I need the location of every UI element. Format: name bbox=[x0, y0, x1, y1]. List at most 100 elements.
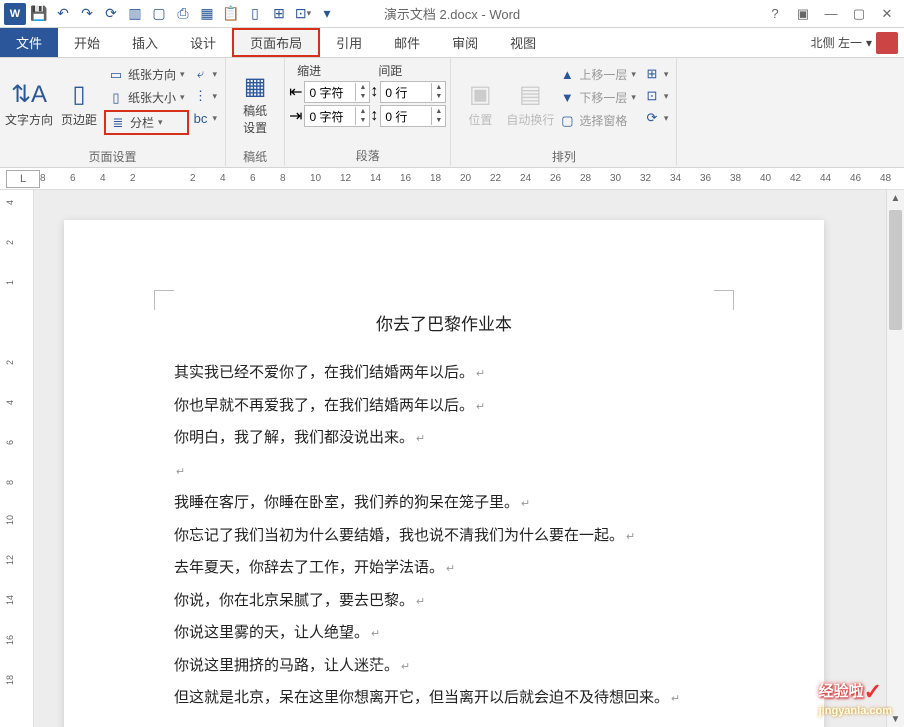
undo-icon[interactable]: ↶ bbox=[52, 3, 74, 25]
text-direction-button[interactable]: ⇅A 文字方向 bbox=[4, 60, 54, 146]
indent-left-input[interactable]: ▲▼ bbox=[304, 81, 370, 103]
tab-file[interactable]: 文件 bbox=[0, 28, 58, 57]
spin-down[interactable]: ▼ bbox=[356, 92, 369, 101]
title-bar: W 💾 ↶ ↷ ⟳ ▥ ▢ ⎙ ▦ 📋 ▯ ⊞ ⊡ ▾ 演示文档 2.docx … bbox=[0, 0, 904, 28]
document-title[interactable]: 你去了巴黎作业本 bbox=[174, 310, 714, 335]
table-icon[interactable]: ▦ bbox=[196, 3, 218, 25]
paragraph[interactable]: 你也早就不再爱我了，在我们结婚两年以后。↵ bbox=[174, 392, 714, 421]
page[interactable]: 你去了巴黎作业本 其实我已经不爱你了，在我们结婚两年以后。↵ 你也早就不再爱我了，… bbox=[64, 220, 824, 727]
paragraph[interactable]: 你忘记了我们当初为什么要结婚，我也说不清我们为什么要在一起。↵ bbox=[174, 522, 714, 551]
tab-selector[interactable]: L bbox=[6, 170, 40, 188]
size-button[interactable]: ▯纸张大小 bbox=[104, 87, 189, 108]
columns-button[interactable]: ≣分栏 bbox=[104, 110, 189, 135]
align-icon: ⊞ bbox=[644, 66, 660, 82]
label: 自动换行 bbox=[506, 111, 554, 128]
ruler-tick: 40 bbox=[760, 173, 771, 184]
tab-layout[interactable]: 页面布局 bbox=[232, 28, 320, 57]
tab-home[interactable]: 开始 bbox=[58, 28, 116, 57]
ruler-tick: 4 bbox=[5, 400, 15, 405]
paragraph[interactable]: 你说这里拥挤的马路，让人迷茫。↵ bbox=[174, 652, 714, 681]
spin-down[interactable]: ▼ bbox=[356, 116, 369, 125]
paragraph[interactable]: ↵ bbox=[174, 717, 714, 727]
maximize-icon[interactable]: ▢ bbox=[846, 3, 872, 25]
minimize-icon[interactable]: — bbox=[818, 3, 844, 25]
scroll-thumb[interactable] bbox=[889, 210, 902, 330]
margins-button[interactable]: ▯ 页边距 bbox=[54, 60, 104, 146]
spin-down[interactable]: ▼ bbox=[432, 116, 445, 125]
user-dropdown-icon[interactable]: ▾ bbox=[866, 36, 872, 50]
spin-up[interactable]: ▲ bbox=[356, 107, 369, 116]
page-icon[interactable]: ▯ bbox=[244, 3, 266, 25]
position-button[interactable]: ▣ 位置 bbox=[455, 60, 505, 146]
more-icon[interactable]: ⊡ bbox=[292, 3, 314, 25]
open-icon[interactable]: ▥ bbox=[124, 3, 146, 25]
align-button[interactable]: ⊞ bbox=[640, 64, 673, 84]
group-button[interactable]: ⊡ bbox=[640, 86, 673, 106]
ruler-tick: 6 bbox=[250, 173, 256, 184]
tab-references[interactable]: 引用 bbox=[320, 28, 378, 57]
group-arrange: ▣ 位置 ▤ 自动换行 ▲上移一层 ▼下移一层 ▢选择窗格 ⊞ ⊡ ⟳ 排列 bbox=[451, 58, 677, 166]
spin-up[interactable]: ▲ bbox=[356, 83, 369, 92]
selection-pane-icon: ▢ bbox=[559, 113, 575, 129]
document-body[interactable]: 其实我已经不爱你了，在我们结婚两年以后。↵ 你也早就不再爱我了，在我们结婚两年以后… bbox=[174, 359, 714, 727]
group-label: 稿纸 bbox=[230, 146, 280, 167]
paragraph[interactable]: 你说这里雾的天，让人绝望。↵ bbox=[174, 619, 714, 648]
send-backward-button[interactable]: ▼下移一层 bbox=[555, 87, 640, 108]
paste-icon[interactable]: 📋 bbox=[220, 3, 242, 25]
user-avatar[interactable] bbox=[876, 32, 898, 54]
paragraph[interactable]: 你说，你在北京呆腻了，要去巴黎。↵ bbox=[174, 587, 714, 616]
bring-forward-button[interactable]: ▲上移一层 bbox=[555, 64, 640, 85]
tab-mailings[interactable]: 邮件 bbox=[378, 28, 436, 57]
group-page-setup: ⇅A 文字方向 ▯ 页边距 ▭纸张方向 ▯纸张大小 ≣分栏 ⤶ ⋮ bc 页面设… bbox=[0, 58, 226, 166]
rotate-button[interactable]: ⟳ bbox=[640, 108, 673, 128]
vertical-scrollbar[interactable]: ▲ ▼ bbox=[886, 190, 904, 727]
save-icon[interactable]: 💾 bbox=[28, 3, 50, 25]
ruler-tick: 2 bbox=[190, 173, 196, 184]
tab-insert[interactable]: 插入 bbox=[116, 28, 174, 57]
line-numbers-button[interactable]: ⋮ bbox=[189, 86, 222, 106]
horizontal-ruler[interactable]: L 86422468101214161820222426283032343638… bbox=[0, 168, 904, 190]
word-app-icon[interactable]: W bbox=[4, 3, 26, 25]
tab-review[interactable]: 审阅 bbox=[436, 28, 494, 57]
tab-design[interactable]: 设计 bbox=[174, 28, 232, 57]
size-icon: ▯ bbox=[108, 90, 124, 106]
breaks-icon: ⤶ bbox=[193, 66, 209, 82]
wrap-text-button[interactable]: ▤ 自动换行 bbox=[505, 60, 555, 146]
redo-icon[interactable]: ↷ bbox=[76, 3, 98, 25]
tab-view[interactable]: 视图 bbox=[494, 28, 552, 57]
orientation-button[interactable]: ▭纸张方向 bbox=[104, 64, 189, 85]
ruler-tick: 4 bbox=[100, 173, 106, 184]
hyphenation-button[interactable]: bc bbox=[189, 108, 222, 128]
user-area[interactable]: 北侧 左一 ▾ bbox=[811, 28, 904, 57]
label: 文字方向 bbox=[5, 111, 53, 128]
manuscript-button[interactable]: ▦ 稿纸 设置 bbox=[230, 60, 280, 146]
spin-up[interactable]: ▲ bbox=[432, 83, 445, 92]
document-area: 42124681012141618 你去了巴黎作业本 其实我已经不爱你了，在我们… bbox=[0, 190, 904, 727]
refresh-icon[interactable]: ⟳ bbox=[100, 3, 122, 25]
customize-qat-icon[interactable]: ▾ bbox=[316, 3, 338, 25]
paragraph[interactable]: 我睡在客厅，你睡在卧室，我们养的狗呆在笼子里。↵ bbox=[174, 489, 714, 518]
paragraph[interactable]: ↵ bbox=[174, 457, 714, 486]
space-after-input[interactable]: ▲▼ bbox=[380, 105, 446, 127]
ruler-tick: 16 bbox=[400, 173, 411, 184]
zoom-icon[interactable]: ⊞ bbox=[268, 3, 290, 25]
indent-right-input[interactable]: ▲▼ bbox=[304, 105, 370, 127]
paragraph[interactable]: 但这就是北京，呆在这里你想离开它，但当离开以后就会迫不及待想回来。↵ bbox=[174, 684, 714, 713]
vertical-ruler[interactable]: 42124681012141618 bbox=[0, 190, 34, 727]
ribbon-options-icon[interactable]: ▣ bbox=[790, 3, 816, 25]
paragraph[interactable]: 去年夏天，你辞去了工作，开始学法语。↵ bbox=[174, 554, 714, 583]
spin-up[interactable]: ▲ bbox=[432, 107, 445, 116]
new-icon[interactable]: ▢ bbox=[148, 3, 170, 25]
print-icon[interactable]: ⎙ bbox=[172, 3, 194, 25]
space-before-input[interactable]: ▲▼ bbox=[380, 81, 446, 103]
page-viewport[interactable]: 你去了巴黎作业本 其实我已经不爱你了，在我们结婚两年以后。↵ 你也早就不再爱我了，… bbox=[34, 190, 886, 727]
breaks-button[interactable]: ⤶ bbox=[189, 64, 222, 84]
paragraph[interactable]: 其实我已经不爱你了，在我们结婚两年以后。↵ bbox=[174, 359, 714, 388]
spin-down[interactable]: ▼ bbox=[432, 92, 445, 101]
scroll-up-icon[interactable]: ▲ bbox=[887, 190, 904, 206]
help-icon[interactable]: ? bbox=[762, 3, 788, 25]
paragraph[interactable]: 你明白，我了解，我们都没说出来。↵ bbox=[174, 424, 714, 453]
ruler-tick: 4 bbox=[220, 173, 226, 184]
close-icon[interactable]: ✕ bbox=[874, 3, 900, 25]
selection-pane-button[interactable]: ▢选择窗格 bbox=[555, 110, 640, 131]
